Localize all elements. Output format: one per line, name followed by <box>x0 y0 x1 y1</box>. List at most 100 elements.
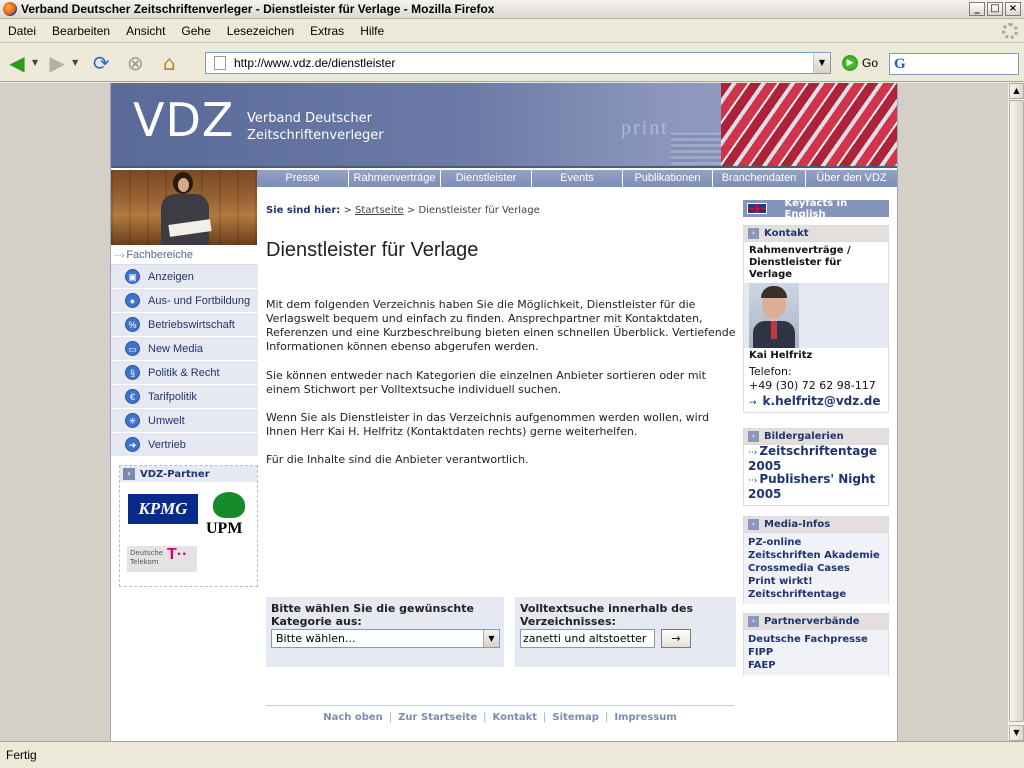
tab-dienstleister[interactable]: Dienstleister <box>441 170 532 187</box>
subtitle-line2: Zeitschriftenverleger <box>247 128 384 143</box>
tab-ueber-den-vdz[interactable]: Über den VDZ <box>806 170 897 187</box>
forward-arrow-icon[interactable]: ▶ <box>44 50 70 76</box>
deutsche-telekom-logo[interactable]: Deutsche Telekom T·· <box>127 546 197 572</box>
sidebar-item-fortbildung[interactable]: ● Aus- und Fortbildung <box>111 289 258 313</box>
tab-events[interactable]: Events <box>532 170 623 187</box>
scroll-up-icon[interactable]: ▲ <box>1009 83 1024 99</box>
chevron-right-icon: › <box>748 431 759 442</box>
breadcrumb-home-link[interactable]: Startseite <box>355 205 404 216</box>
media-link-print-wirkt[interactable]: Print wirkt! <box>748 575 884 588</box>
url-text[interactable]: http://www.vdz.de/dienstleister <box>234 56 395 70</box>
kontakt-label: Kontakt <box>764 228 809 239</box>
back-arrow-icon[interactable]: ◀ <box>4 50 30 76</box>
partner-link-faep[interactable]: FAEP <box>748 659 884 672</box>
monitor-icon: ▭ <box>125 341 140 356</box>
menu-datei[interactable]: Datei <box>0 24 44 38</box>
euro-icon: € <box>125 389 140 404</box>
sidebar-item-label: Betriebswirtschaft <box>148 318 235 331</box>
scroll-down-icon[interactable]: ▼ <box>1009 725 1024 741</box>
scrollbar-thumb[interactable] <box>1009 100 1024 722</box>
sidebar-item-politik-recht[interactable]: § Politik & Recht <box>111 361 258 385</box>
media-link-zeitschriftentage[interactable]: Zeitschriftentage <box>748 588 884 601</box>
breadcrumb-separator: > <box>403 205 419 216</box>
media-link-crossmedia-cases[interactable]: Crossmedia Cases <box>748 562 884 575</box>
kpmg-logo[interactable]: KPMG <box>128 494 198 524</box>
upm-logo[interactable]: UPM <box>206 520 242 538</box>
fulltext-search-input[interactable]: zanetti und altstoetter <box>520 629 655 648</box>
footer-link-startseite[interactable]: Zur Startseite <box>398 712 477 723</box>
sidebar-item-new-media[interactable]: ▭ New Media <box>111 337 258 361</box>
media-link-zeitschriften-akademie[interactable]: Zeitschriften Akademie <box>748 549 884 562</box>
main-content: Sie sind hier: > Startseite > Dienstleis… <box>266 205 736 667</box>
menu-hilfe[interactable]: Hilfe <box>352 24 392 38</box>
vertical-scrollbar[interactable]: ▲ ▼ <box>1007 83 1024 741</box>
footer-link-sitemap[interactable]: Sitemap <box>552 712 599 723</box>
go-label: Go <box>862 56 879 70</box>
search-engine-box[interactable]: G <box>889 53 1019 75</box>
sort-paragraph: Sie können entweder nach Kategorien die … <box>266 369 706 396</box>
dotted-arrow-icon: ···› <box>114 249 124 261</box>
stop-icon[interactable]: ⊗ <box>122 50 148 76</box>
forward-dropdown-icon[interactable]: ▼ <box>72 58 78 67</box>
gallery-link-zeitschriftentage[interactable]: ··› Zeitschriftentage 2005 <box>744 445 888 473</box>
menu-extras[interactable]: Extras <box>302 24 352 38</box>
menu-lesezeichen[interactable]: Lesezeichen <box>219 24 302 38</box>
footer-link-kontakt[interactable]: Kontakt <box>493 712 538 723</box>
person-icon: ● <box>125 293 140 308</box>
email-link[interactable]: → k.helfritz@vdz.de <box>749 394 881 408</box>
category-select[interactable]: Bitte wählen... ▼ <box>271 629 500 648</box>
menu-bearbeiten[interactable]: Bearbeiten <box>44 24 118 38</box>
home-icon[interactable]: ⌂ <box>156 50 182 76</box>
maximize-button[interactable]: □ <box>987 2 1003 16</box>
url-history-dropdown-icon[interactable]: ▼ <box>813 53 830 73</box>
partner-link-deutsche-fachpresse[interactable]: Deutsche Fachpresse <box>748 633 884 646</box>
dotted-arrow-icon: ··› <box>748 448 758 458</box>
paragraph-icon: § <box>125 365 140 380</box>
chevron-down-icon[interactable]: ▼ <box>483 630 499 647</box>
arrow-right-icon: → <box>749 398 757 408</box>
window-title: Verband Deutscher Zeitschriftenverleger … <box>21 2 495 16</box>
fulltext-search-button[interactable]: → <box>661 629 691 648</box>
sidebar-item-umwelt[interactable]: ✳ Umwelt <box>111 409 258 433</box>
sidebar-item-vertrieb[interactable]: ➜ Vertrieb <box>111 433 258 457</box>
sidebar-item-tarifpolitik[interactable]: € Tarifpolitik <box>111 385 258 409</box>
upm-griffin-icon[interactable] <box>213 492 245 518</box>
sidebar-item-betriebswirtschaft[interactable]: % Betriebswirtschaft <box>111 313 258 337</box>
menu-ansicht[interactable]: Ansicht <box>118 24 173 38</box>
reload-icon[interactable]: ⟳ <box>88 50 114 76</box>
page-title: Dienstleister für Verlage <box>266 239 479 261</box>
category-form: Bitte wählen Sie die gewünschte Kategori… <box>266 597 504 667</box>
keyfacts-english-link[interactable]: Keyfacts in English <box>743 198 889 220</box>
bildergalerien-box: › Bildergalerien ··› Zeitschriftentage 20… <box>743 428 889 506</box>
uk-flag-icon <box>747 203 767 214</box>
status-text: Fertig <box>6 748 37 762</box>
footer-link-nach-oben[interactable]: Nach oben <box>323 712 383 723</box>
page-footer: Nach oben | Zur Startseite | Kontakt | Sitemap… <box>266 705 734 723</box>
subtitle-line1: Verband Deutscher <box>247 111 372 126</box>
google-icon[interactable]: G <box>894 56 906 73</box>
url-bar[interactable]: http://www.vdz.de/dienstleister ▼ <box>205 52 831 74</box>
gallery-link-publishers-night[interactable]: ··› Publishers' Night 2005 <box>744 473 888 501</box>
breadcrumb-current: Dienstleister für Verlage <box>418 205 540 216</box>
site-banner: VDZ Verband Deutscher Zeitschriftenverle… <box>111 83 897 168</box>
tab-presse[interactable]: Presse <box>257 170 349 187</box>
minimize-button[interactable]: _ <box>969 2 985 16</box>
partner-link-fipp[interactable]: FIPP <box>748 646 884 659</box>
back-dropdown-icon[interactable]: ▼ <box>32 58 38 67</box>
tab-publikationen[interactable]: Publikationen <box>623 170 713 187</box>
banner-divider <box>111 166 897 168</box>
go-button[interactable]: ▶ Go <box>842 55 878 71</box>
sidebar-item-label: New Media <box>148 342 204 355</box>
vdz-logo[interactable]: VDZ <box>133 93 234 147</box>
media-infos-label: Media-Infos <box>764 519 831 530</box>
page-icon <box>214 56 226 70</box>
sidebar-item-anzeigen[interactable]: ▣ Anzeigen <box>111 265 258 289</box>
menubar: Datei Bearbeiten Ansicht Gehe Lesezeiche… <box>0 20 1024 43</box>
tab-branchendaten[interactable]: Branchendaten <box>713 170 806 187</box>
media-link-pz-online[interactable]: PZ-online <box>748 536 884 549</box>
menu-gehe[interactable]: Gehe <box>173 24 218 38</box>
chevron-right-icon: › <box>748 616 759 627</box>
footer-link-impressum[interactable]: Impressum <box>614 712 676 723</box>
tab-rahmenvertraege[interactable]: Rahmenverträge <box>349 170 441 187</box>
close-button[interactable]: × <box>1005 2 1021 16</box>
